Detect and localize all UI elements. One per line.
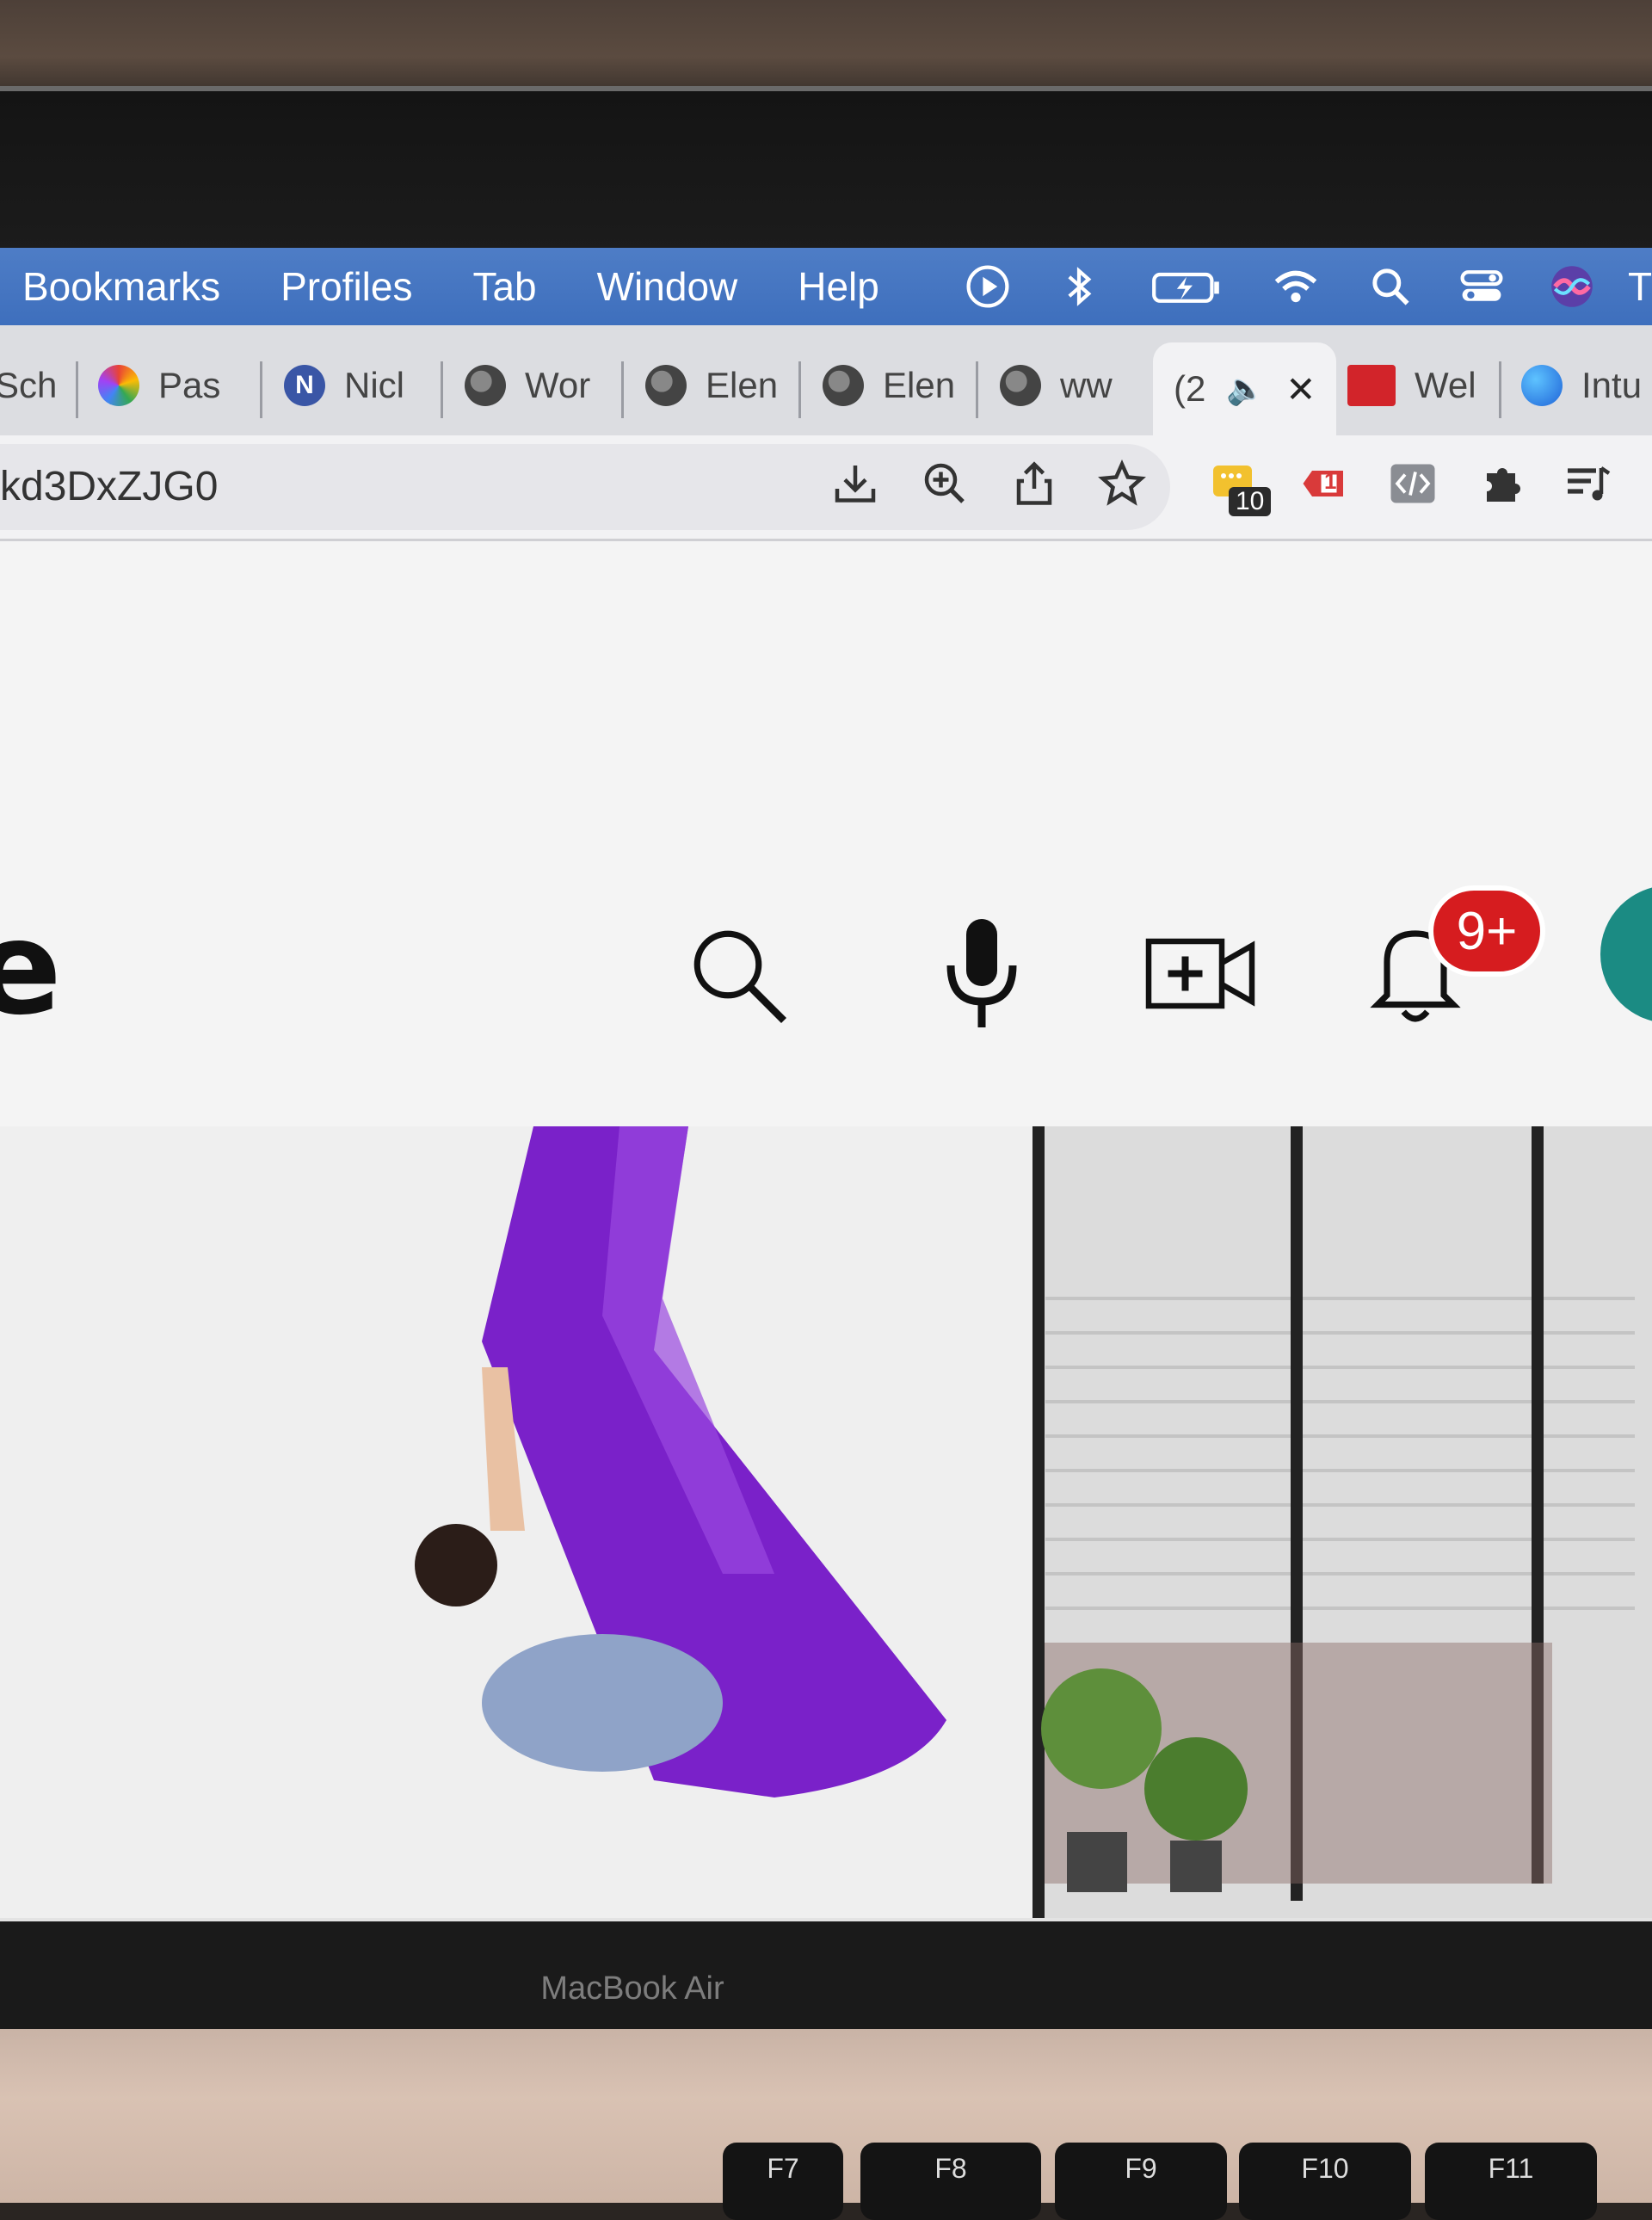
n-logo-icon: N (284, 365, 325, 406)
key-f8: F8 (860, 2143, 1041, 2220)
tab-intu[interactable]: Intu (1521, 351, 1642, 420)
menu-tab[interactable]: Tab (472, 263, 536, 310)
battery-charging-icon[interactable] (1148, 248, 1225, 325)
share-icon[interactable] (1008, 458, 1060, 509)
wifi-icon[interactable] (1268, 248, 1323, 325)
browser-toolbar: kd3DxZJG0 10 1 (0, 435, 1652, 541)
tab-label: Nicl (344, 365, 404, 405)
laptop-screen: Bookmarks Profiles Tab Window Help T Sch… (0, 248, 1652, 1921)
mac-menu-bar: Bookmarks Profiles Tab Window Help T (0, 248, 1652, 325)
colorful-flower-icon (98, 365, 139, 406)
tab-separator (441, 361, 443, 418)
tab-nick[interactable]: N Nicl (284, 351, 404, 420)
avatar[interactable] (1600, 885, 1652, 1023)
search-icon[interactable] (683, 920, 795, 1032)
siri-icon[interactable] (1547, 248, 1597, 325)
red-logo-icon (1347, 365, 1396, 406)
tab-separator (1499, 361, 1501, 418)
puzzle-icon[interactable] (1476, 458, 1528, 509)
globe-icon (1000, 365, 1041, 406)
tab-elen-2[interactable]: Elen (823, 351, 955, 420)
desk-background (0, 0, 1652, 95)
notification-badge: 9+ (1428, 885, 1545, 977)
youtube-page: e 9+ (0, 541, 1652, 1921)
tag-icon[interactable]: 1 (1299, 458, 1351, 509)
reading-list-icon[interactable] (1563, 458, 1614, 509)
tab-separator (976, 361, 978, 418)
key-f11: F11 (1425, 2143, 1597, 2220)
key-f10: F10 (1239, 2143, 1411, 2220)
laptop-brand-label: MacBook Air (540, 1970, 724, 2007)
tag-count: 1 (1324, 468, 1337, 494)
menubar-truncated-text: T (1628, 264, 1652, 309)
globe-icon (645, 365, 687, 406)
url-text[interactable]: kd3DxZJG0 (0, 463, 218, 510)
tab-wel[interactable]: Wel (1347, 351, 1476, 420)
extension-yellow-icon[interactable]: 10 (1208, 458, 1272, 516)
globe-icon (465, 365, 506, 406)
menu-window[interactable]: Window (597, 263, 738, 310)
tab-www[interactable]: ww (1000, 351, 1113, 420)
play-circle-icon[interactable] (962, 248, 1014, 325)
tab-wor[interactable]: Wor (465, 351, 590, 420)
tab-elen-1[interactable]: Elen (645, 351, 778, 420)
speaker-icon[interactable]: 🔈 (1226, 371, 1265, 407)
tab-separator (260, 361, 262, 418)
tab-label: Sch (0, 365, 58, 405)
close-icon[interactable]: ✕ (1285, 368, 1316, 410)
logo-fragment: e (0, 894, 62, 1044)
menu-bookmarks[interactable]: Bookmarks (22, 263, 220, 310)
key-f7: F7 (723, 2143, 843, 2220)
tab-label: (2 (1174, 368, 1206, 409)
extension-badge: 10 (1229, 487, 1272, 516)
key-f9: F9 (1055, 2143, 1227, 2220)
zoom-icon[interactable] (919, 458, 971, 509)
bookmark-star-icon[interactable] (1096, 458, 1148, 509)
tab-label: Pas (158, 365, 221, 405)
install-icon[interactable] (829, 458, 881, 509)
tab-separator (621, 361, 624, 418)
tab-pas[interactable]: Pas (98, 351, 220, 420)
address-bar[interactable]: kd3DxZJG0 (0, 444, 1170, 530)
tab-label: Wor (525, 365, 591, 405)
tab-separator (798, 361, 801, 418)
menu-profiles[interactable]: Profiles (280, 263, 412, 310)
tab-label: Elen (883, 365, 956, 405)
create-video-icon[interactable] (1144, 928, 1256, 1023)
tab-label: Wel (1415, 365, 1476, 405)
spotlight-search-icon[interactable] (1366, 248, 1415, 325)
menu-help[interactable]: Help (798, 263, 879, 310)
code-icon[interactable] (1387, 458, 1439, 509)
control-center-icon[interactable] (1456, 248, 1507, 325)
tab-label: ww (1060, 365, 1113, 405)
tab-label: Intu (1581, 365, 1643, 405)
tab-label: Elen (706, 365, 779, 405)
microphone-icon[interactable] (943, 913, 1020, 1033)
globe-icon (823, 365, 864, 406)
blue-circle-icon (1521, 365, 1563, 406)
video-thumbnail[interactable] (0, 1126, 1652, 1921)
tab-sch[interactable]: Sch (0, 351, 57, 420)
bluetooth-icon[interactable] (1055, 248, 1103, 325)
tab-active-youtube[interactable]: (2 🔈 ✕ (1153, 342, 1337, 435)
browser-tab-strip: Sch Pas N Nicl Wor Elen Elen ww (2 🔈 ✕ W… (0, 325, 1652, 435)
screen-bezel-top (0, 86, 1652, 255)
tab-separator (76, 361, 78, 418)
